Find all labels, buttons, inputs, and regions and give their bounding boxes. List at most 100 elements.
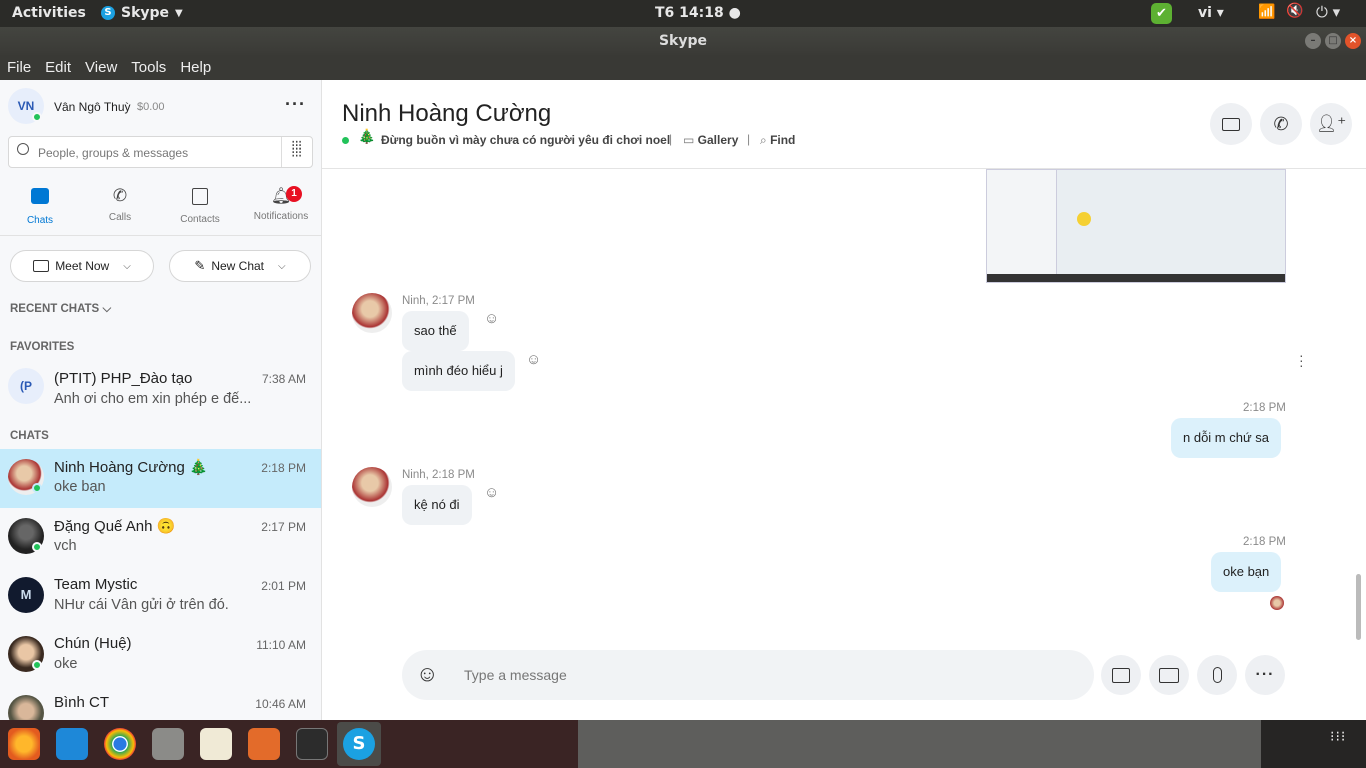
find-label: Find [770,133,796,147]
notification-badge: 1 [286,186,302,202]
chevron-down-icon: ⌵ [123,260,131,272]
voice-message-button[interactable] [1197,655,1237,695]
chat-name: (PTIT) PHP_Đào tạo [54,370,193,387]
chat-preview: oke bạn [54,479,106,495]
divider [0,235,321,236]
conversation-header: Ninh Hoàng Cường 🎄 Đừng buồn vì mày chưa… [322,80,1366,169]
scrollbar[interactable] [1356,574,1361,640]
message-bubble[interactable]: mình đéo hiểu j [402,351,515,391]
firefox-icon[interactable] [8,728,40,760]
chat-item[interactable]: M Team Mystic 2:01 PM NHư cái Vân gửi ở … [0,567,321,626]
sender-avatar[interactable] [352,467,392,507]
online-status-dot [32,483,42,493]
recent-chats-header[interactable]: RECENT CHATS ⌵ [10,303,111,316]
chat-preview: Anh ơi cho em xin phép e đế... [54,391,252,407]
dock-middle-area [578,720,1261,768]
dialpad-icon[interactable]: ⁝⁝⁝ ⁝⁝⁝ [291,138,302,159]
message-composer[interactable]: ☺ Type a message [402,650,1094,700]
check-icon[interactable]: ✔ [1151,3,1172,24]
language-text: vi [1198,5,1212,21]
maximize-icon[interactable]: □ [1325,33,1341,49]
menu-file[interactable]: File [7,59,31,76]
search-divider [281,137,282,167]
new-chat-button[interactable]: ✎ New Chat ⌵ [169,250,311,282]
chat-item-selected[interactable]: Ninh Hoàng Cường 🎄 2:18 PM oke bạn [0,449,321,508]
send-contact-button[interactable] [1149,655,1189,695]
wifi-icon[interactable]: 📶 [1258,4,1275,20]
add-person-icon: 👤︎⁺ [1315,114,1347,133]
shared-image[interactable] [986,169,1286,283]
show-applications-icon[interactable]: ⁝⁝⁝ [1330,730,1346,744]
menu-edit[interactable]: Edit [45,59,71,76]
conversation-title[interactable]: Ninh Hoàng Cường [342,100,551,128]
message-options-icon[interactable]: · · · [1299,348,1304,372]
app-name: Skype [121,5,170,21]
more-composer-options-button[interactable]: ··· [1245,655,1285,695]
software-center-icon[interactable] [248,728,280,760]
tab-calls[interactable]: ✆ Calls [80,186,160,223]
chat-item[interactable]: Đặng Quế Anh 🙃 2:17 PM vch [0,508,321,567]
menu-view[interactable]: View [85,59,117,76]
chat-item[interactable]: Chún (Huệ) 11:10 AM oke [0,626,321,685]
vscode-icon[interactable] [56,728,88,760]
chrome-icon[interactable] [104,728,136,760]
sender-avatar[interactable] [352,293,392,333]
menu-help[interactable]: Help [180,59,211,76]
gallery-link[interactable]: ▭ Gallery [683,133,738,147]
message-bubble[interactable]: kệ nó đi [402,485,472,525]
message-time: 2:18 PM [1243,536,1286,548]
my-message-bubble[interactable]: oke bạn [1211,552,1282,592]
search-box[interactable]: People, groups & messages ⁝⁝⁝ ⁝⁝⁝ [8,136,313,168]
message-input[interactable]: Type a message [464,667,567,683]
add-people-button[interactable]: 👤︎⁺ [1310,103,1352,145]
react-emoji-icon[interactable]: ☺ [484,484,499,501]
chat-time: 2:01 PM [261,579,306,593]
video-camera-icon [1222,117,1240,131]
add-files-button[interactable] [1101,655,1141,695]
tab-notifications[interactable]: 🔔︎ Notifications 1 [241,186,321,222]
terminal-icon[interactable] [296,728,328,760]
profile-balance: $0.00 [137,101,165,113]
chat-time: 7:38 AM [261,372,306,386]
message-meta: Ninh, 2:17 PM [402,295,475,307]
close-icon[interactable]: × [1345,33,1361,49]
message-bubble[interactable]: sao thế [402,311,469,351]
profile-name[interactable]: Vân Ngô Thuỳ [54,100,131,114]
activities-button[interactable]: Activities [12,5,86,21]
more-options-icon: ··· [1255,666,1275,683]
audio-call-button[interactable]: ✆ [1260,103,1302,145]
react-emoji-icon[interactable]: ☺ [526,351,541,368]
video-call-button[interactable] [1210,103,1252,145]
group-avatar: (P [8,368,44,404]
meet-now-button[interactable]: Meet Now ⌵ [10,250,154,282]
more-options-icon[interactable]: ··· [285,94,306,115]
emoji-picker-icon[interactable]: ☺ [416,662,438,686]
chat-time: 2:17 PM [261,520,306,534]
chat-name: Bình CT [54,694,110,711]
chat-name: Đặng Quế Anh 🙃 [54,518,176,535]
files-icon[interactable] [152,728,184,760]
react-emoji-icon[interactable]: ☺ [484,310,499,327]
message-meta: Ninh, 2:18 PM [402,469,475,481]
search-input[interactable]: People, groups & messages [38,146,188,160]
online-status-dot [32,660,42,670]
online-status-dot [32,542,42,552]
minimize-icon[interactable]: – [1305,33,1321,49]
chat-item[interactable]: Bình CT 10:46 AM [0,685,321,720]
language-menu[interactable]: vi ▾ [1198,5,1224,21]
tab-contacts[interactable]: Contacts [160,188,240,225]
my-message-bubble[interactable]: n dỗi m chứ sa [1171,418,1282,458]
avatar [8,695,44,720]
menu-tools[interactable]: Tools [131,59,166,76]
text-editor-icon[interactable] [200,728,232,760]
skype-icon[interactable]: S [343,728,375,760]
tab-chats-label: Chats [26,215,54,226]
tab-chats[interactable]: Chats [0,188,80,226]
volume-muted-icon[interactable]: 🔇 [1286,3,1303,19]
find-link[interactable]: ⌕ Find [760,133,795,148]
favorite-chat-item[interactable]: (P (PTIT) PHP_Đào tạo 7:38 AM Anh ơi cho… [0,360,321,419]
app-menu[interactable]: S Skype ▼ [101,5,183,21]
power-icon[interactable]: ⏻ ▾ [1316,3,1340,21]
chat-preview: NHư cái Vân gửi ở trên đó. [54,597,229,613]
clock[interactable]: T6 14:18 ● [655,5,741,21]
